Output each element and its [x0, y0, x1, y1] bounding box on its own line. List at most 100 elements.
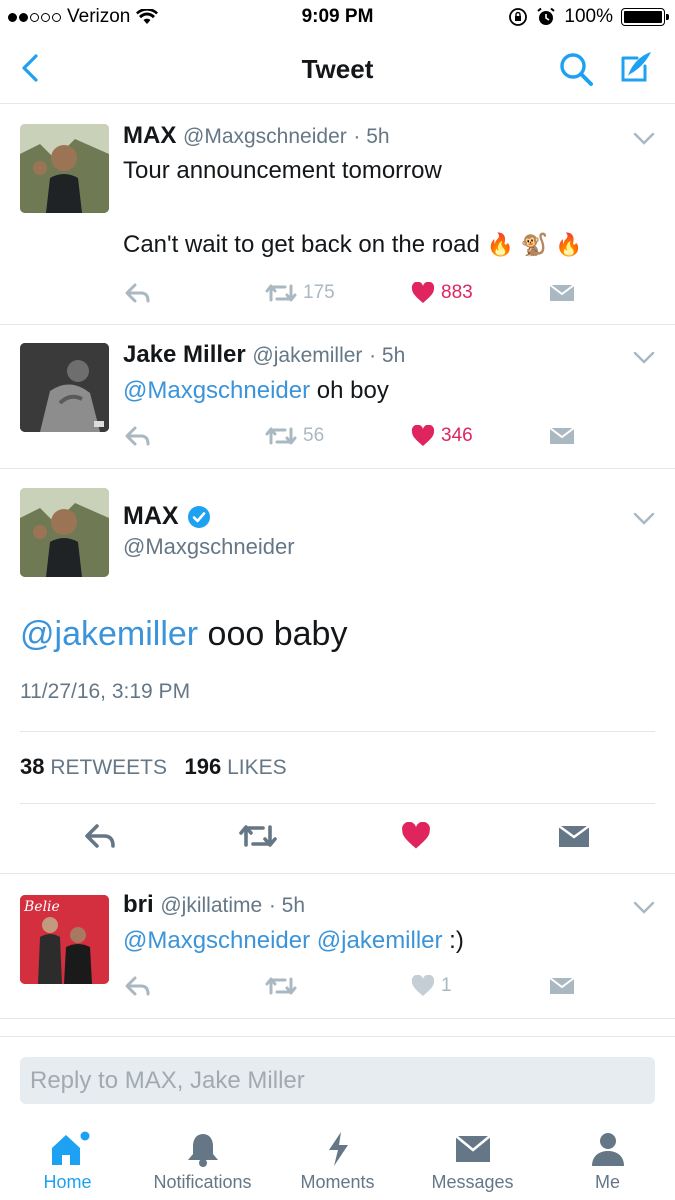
divider [20, 731, 655, 732]
retweet-button[interactable] [265, 975, 297, 997]
direct-message-button[interactable] [549, 282, 575, 304]
envelope-icon[interactable] [558, 822, 590, 850]
tab-home[interactable]: Home [0, 1130, 135, 1193]
alarm-icon [537, 7, 556, 25]
reply-button[interactable] [125, 975, 151, 997]
mention-link[interactable]: @Maxgschneider [123, 377, 310, 404]
retweet-button[interactable]: 175 [265, 282, 335, 304]
reply-button[interactable] [125, 282, 151, 304]
emoji-text: 🔥 🐒 🔥 [486, 233, 583, 258]
tab-me[interactable]: Me [540, 1130, 675, 1193]
author-name[interactable]: bri [123, 891, 154, 918]
tweet-text-line: @Maxgschneider @jakemiller :) [123, 922, 464, 959]
tweet-text: Can't wait to get back on the road [123, 231, 480, 258]
reply-icon [125, 283, 150, 303]
tweet-header: Jake Miller @jakemiller · 5h [123, 341, 405, 369]
like-button[interactable]: 1 [411, 975, 452, 997]
reply-button[interactable] [125, 425, 151, 447]
tweet-text: oh boy [310, 377, 389, 404]
mention-link[interactable]: @jakemiller [317, 927, 443, 954]
author-handle[interactable]: @jakemiller [252, 344, 362, 367]
mention-link[interactable]: @Maxgschneider [123, 927, 310, 954]
envelope-icon [549, 284, 575, 301]
author-name[interactable]: MAX [123, 122, 176, 149]
retweet-icon [265, 427, 297, 445]
avatar[interactable]: Belie [20, 895, 109, 984]
main-author[interactable]: MAX [123, 502, 211, 531]
reply-input[interactable] [20, 1057, 655, 1104]
envelope-icon [454, 1134, 491, 1162]
navigation-bar: Tweet [0, 36, 675, 104]
tweet-text-line: @Maxgschneider oh boy [123, 372, 389, 409]
likes-label: LIKES [227, 756, 287, 779]
tweet-text: ooo baby [198, 615, 348, 653]
tweet-row[interactable]: Belie bri @jkillatime · 5h @Maxgschneide… [0, 875, 675, 1019]
chevron-down-icon[interactable] [633, 901, 655, 915]
tweet-stats: 38 RETWEETS 196 LIKES [20, 754, 287, 780]
avatar[interactable] [20, 124, 109, 213]
tweet-text-line: Can't wait to get back on the road 🔥 🐒 🔥 [123, 226, 583, 264]
tweet-timestamp: 11/27/16, 3:19 PM [20, 680, 191, 703]
author-name[interactable]: Jake Miller [123, 341, 246, 368]
retweet-icon [265, 977, 297, 995]
heart-icon[interactable] [401, 822, 431, 850]
chevron-down-icon[interactable] [633, 351, 655, 365]
tab-moments[interactable]: Moments [270, 1130, 405, 1193]
tweet-actions: 56 346 [123, 425, 653, 453]
tweet-time: · 5h [353, 125, 390, 148]
tweet-row[interactable]: Jake Miller @jakemiller · 5h @Maxgschnei… [0, 325, 675, 469]
envelope-icon [549, 977, 575, 994]
retweet-count: 56 [303, 425, 325, 446]
likes-stat[interactable]: 196 LIKES [184, 754, 287, 779]
retweet-count: 175 [303, 282, 335, 303]
retweet-total: 38 [20, 754, 45, 779]
tab-messages[interactable]: Messages [405, 1130, 540, 1193]
like-button[interactable]: 883 [411, 282, 473, 304]
tweet-time: · 5h [268, 894, 306, 917]
tab-bar: Home Notifications Moments Messages Me [0, 1118, 675, 1200]
lightning-icon [328, 1132, 348, 1166]
like-button[interactable]: 346 [411, 425, 473, 447]
reply-icon[interactable] [84, 822, 116, 850]
retweet-button[interactable]: 56 [265, 425, 324, 447]
like-count: 346 [441, 425, 473, 446]
home-icon [51, 1131, 89, 1165]
retweet-icon [265, 284, 297, 302]
direct-message-button[interactable] [549, 975, 575, 997]
author-name[interactable]: MAX [123, 502, 179, 531]
retweets-stat[interactable]: 38 RETWEETS [20, 754, 167, 779]
avatar-image: Belie [20, 895, 109, 984]
tab-notifications[interactable]: Notifications [135, 1130, 270, 1193]
reply-composer [0, 1036, 675, 1118]
heart-icon [411, 975, 435, 996]
tab-label: Me [594, 1172, 620, 1192]
author-handle[interactable]: @jkillatime [160, 894, 262, 917]
verified-badge-icon [187, 505, 210, 528]
avatar[interactable] [20, 488, 109, 577]
mention-link[interactable]: @jakemiller [20, 615, 198, 653]
retweet-icon[interactable] [238, 822, 278, 850]
search-icon[interactable] [557, 50, 595, 88]
chevron-down-icon[interactable] [633, 132, 655, 146]
avatar[interactable] [20, 343, 109, 432]
author-handle[interactable]: @Maxgschneider [183, 125, 347, 148]
rotation-lock-icon [509, 8, 528, 26]
like-count: 1 [441, 975, 452, 996]
chevron-down-icon[interactable] [633, 512, 655, 526]
tweet-row[interactable]: MAX @Maxgschneider · 5h Tour announcemen… [0, 104, 675, 325]
main-tweet-actions [0, 804, 675, 874]
reply-icon [125, 426, 150, 446]
tweet-time: · 5h [369, 344, 406, 367]
compose-tweet-icon[interactable] [615, 48, 655, 88]
like-total: 196 [184, 754, 222, 779]
heart-icon [411, 425, 435, 446]
avatar-image [20, 124, 109, 213]
author-handle[interactable]: @Maxgschneider [123, 534, 295, 560]
person-icon [591, 1133, 624, 1166]
tab-label: Notifications [153, 1172, 252, 1192]
tweet-actions: 175 883 [123, 282, 653, 310]
tab-label: Moments [300, 1172, 375, 1192]
battery-percent: 100% [564, 6, 613, 27]
direct-message-button[interactable] [549, 425, 575, 447]
reply-icon [125, 976, 150, 996]
